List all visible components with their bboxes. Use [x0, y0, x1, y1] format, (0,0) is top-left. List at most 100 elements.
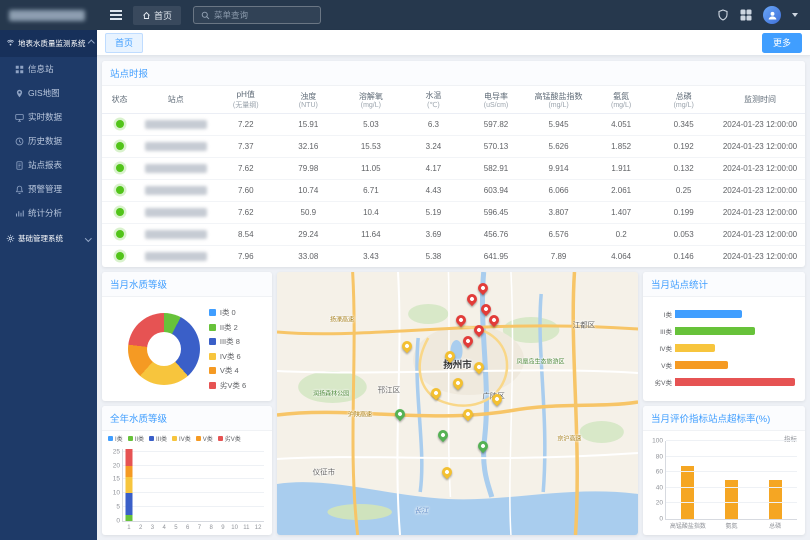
column-unit: (NTU): [278, 102, 339, 109]
shield-icon[interactable]: [717, 9, 729, 21]
hamburger-icon[interactable]: [105, 6, 127, 24]
legend-item[interactable]: II类: [128, 434, 144, 443]
x-tick-label: 11: [243, 525, 249, 531]
value-cell: 1.852: [590, 136, 653, 158]
legend-item[interactable]: IV类: [172, 434, 191, 443]
legend-swatch: [209, 338, 216, 345]
table-row[interactable]: 8.5429.2411.643.69456.766.5760.20.053202…: [102, 224, 805, 246]
value-cell: 29.24: [277, 224, 340, 246]
value-cell: 603.94: [465, 180, 528, 202]
panel-title: 站点时报: [102, 61, 805, 86]
breadcrumb-home[interactable]: 首页: [133, 6, 181, 25]
bar-track: [675, 361, 795, 369]
x-tick-label: 8: [209, 525, 212, 531]
more-button[interactable]: 更多: [762, 33, 802, 53]
column-header: 溶解氧(mg/L): [340, 86, 403, 114]
legend-swatch: [209, 324, 216, 331]
sidebar-item[interactable]: 统计分析: [0, 201, 97, 225]
sidebar-item[interactable]: GIS地图: [0, 81, 97, 105]
legend-item[interactable]: II类 2: [209, 322, 246, 333]
table-row[interactable]: 7.9633.083.435.38641.957.894.0640.146202…: [102, 246, 805, 268]
search-input[interactable]: [214, 10, 313, 20]
legend-swatch: [128, 436, 133, 441]
legend-item[interactable]: 劣V类 6: [209, 380, 246, 391]
sidebar-section-label: 地表水质量监测系统: [18, 38, 86, 49]
column-header: 水温(℃): [402, 86, 465, 114]
radar-icon: [6, 39, 15, 48]
value-cell: 7.89: [527, 246, 590, 268]
bar-slot: 氨氮: [710, 441, 754, 519]
gridline: [666, 471, 797, 472]
sidebar-item[interactable]: 实时数据: [0, 105, 97, 129]
station-name-redacted: [145, 208, 207, 217]
stacked-bar: [219, 449, 226, 521]
x-tick-label: 总磷: [769, 521, 781, 530]
table-row[interactable]: 7.6010.746.714.43603.946.0662.0610.25202…: [102, 180, 805, 202]
chart-legend: I类 II类 III类 IV类 V类劣V类: [102, 431, 272, 443]
value-cell: 4.17: [402, 158, 465, 180]
value-cell: 3.24: [402, 136, 465, 158]
sidebar-section-label: 基础管理系统: [18, 233, 63, 244]
x-tick-label: 氨氮: [725, 521, 737, 530]
table-row[interactable]: 7.3732.1615.533.24570.135.6261.8520.1922…: [102, 136, 805, 158]
menu-search[interactable]: [193, 6, 321, 24]
hbar-row: IV类: [647, 343, 795, 353]
legend-item[interactable]: III类 8: [209, 336, 246, 347]
bar-track: [675, 378, 795, 386]
legend-item[interactable]: I类 0: [209, 307, 246, 318]
status-dot-green: [116, 230, 124, 238]
legend-item[interactable]: III类: [149, 434, 167, 443]
legend-item[interactable]: IV类 6: [209, 351, 246, 362]
time-cell: 2024-01-23 12:00:00: [715, 246, 805, 268]
sidebar-item[interactable]: 历史数据: [0, 129, 97, 153]
hbar-row: III类: [647, 326, 795, 336]
sidebar-section-water-monitoring[interactable]: 地表水质量监测系统: [0, 30, 97, 57]
value-cell: 6.3: [402, 114, 465, 136]
legend-item[interactable]: V类 4: [209, 365, 246, 376]
category-label: IV类: [647, 343, 672, 353]
stacked-bar: [149, 449, 156, 521]
value-cell: 0.132: [652, 158, 715, 180]
legend-item[interactable]: I类: [108, 434, 123, 443]
category-label: III类: [647, 326, 672, 336]
stacked-bar: [137, 449, 144, 521]
column-unit: (mg/L): [591, 102, 652, 109]
apps-icon[interactable]: [740, 9, 752, 21]
x-tick-label: 4: [162, 525, 165, 531]
category-label: I类: [647, 309, 672, 319]
table-row[interactable]: 7.2215.915.036.3597.825.9454.0510.345202…: [102, 114, 805, 136]
avatar[interactable]: [763, 6, 781, 24]
station-cell: [137, 114, 214, 136]
legend-item[interactable]: V类: [196, 434, 213, 443]
x-tick-label: 2: [139, 525, 142, 531]
value-cell: 11.64: [340, 224, 403, 246]
sidebar-item-label: 历史数据: [28, 135, 62, 147]
column-header: 站点: [137, 86, 214, 114]
table-row[interactable]: 7.6279.9811.054.17582.919.9141.9110.1322…: [102, 158, 805, 180]
legend-swatch: [149, 436, 154, 441]
sidebar-section-base-management[interactable]: 基础管理系统: [0, 225, 97, 252]
value-cell: 0.199: [652, 202, 715, 224]
bar: [675, 310, 742, 318]
chevron-down-icon[interactable]: [792, 13, 798, 17]
value-cell: 3.69: [402, 224, 465, 246]
sidebar: 地表水质量监测系统 信息站GIS地图实时数据历史数据站点报表预警管理统计分析 基…: [0, 30, 97, 540]
sidebar-item[interactable]: 预警管理: [0, 177, 97, 201]
sidebar-item[interactable]: 站点报表: [0, 153, 97, 177]
tab-home[interactable]: 首页: [105, 33, 143, 53]
table-row[interactable]: 7.6250.910.45.19596.453.8071.4070.199202…: [102, 202, 805, 224]
chevron-up-icon: [88, 40, 94, 46]
map-canvas[interactable]: [277, 272, 638, 535]
value-cell: 6.71: [340, 180, 403, 202]
time-cell: 2024-01-23 12:00:00: [715, 202, 805, 224]
map-label-district: 江都区: [573, 319, 596, 330]
station-name-redacted: [145, 230, 207, 239]
dashboard-icon: [15, 65, 24, 74]
stacked-bar: [161, 449, 168, 521]
column-name: 溶解氧: [341, 91, 402, 102]
map[interactable]: 扬州市邗江区广陵区江都区仪征市沪陕高速京沪高速扬溧高速润扬森林公园凤凰岛生态旅游…: [277, 272, 638, 535]
status-cell: [102, 246, 137, 268]
sidebar-item[interactable]: 信息站: [0, 57, 97, 81]
legend-item[interactable]: 劣V类: [218, 434, 241, 443]
stacked-bar: [255, 449, 262, 521]
